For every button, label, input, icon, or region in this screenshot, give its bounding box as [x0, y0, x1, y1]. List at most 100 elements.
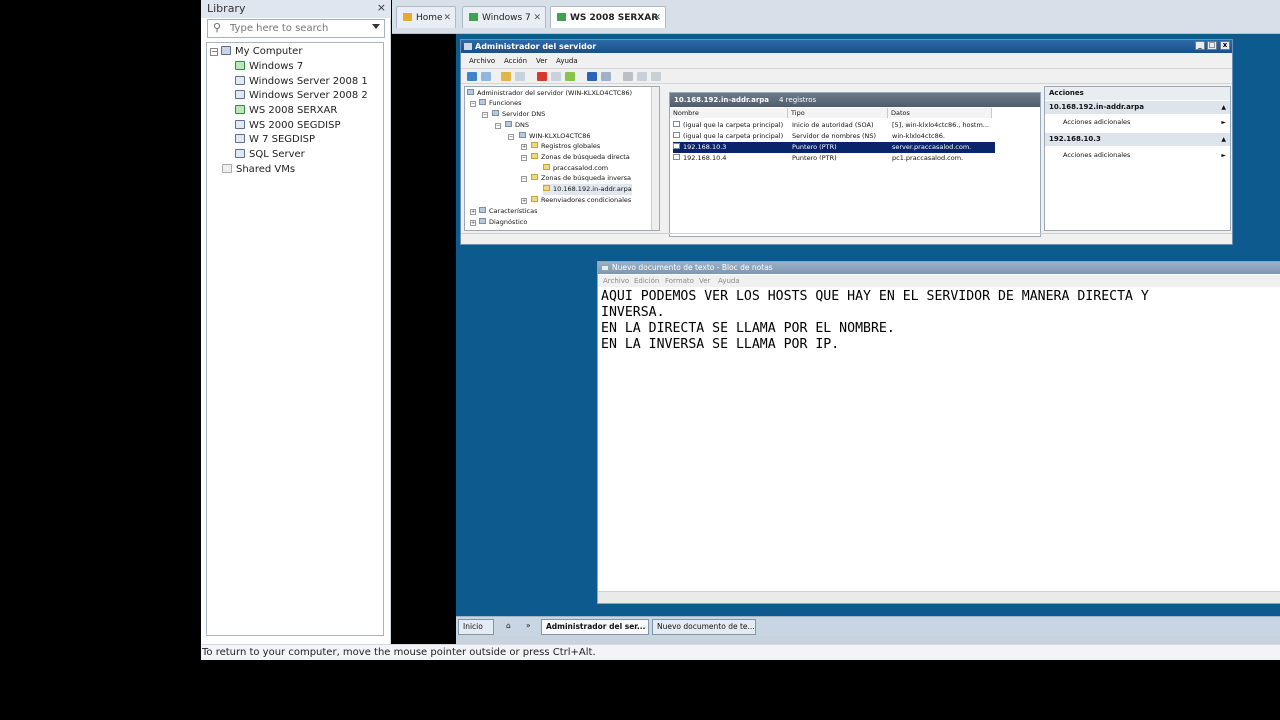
expand-icon[interactable]: +	[521, 198, 527, 204]
refresh-icon[interactable]	[623, 72, 633, 81]
menu-ver[interactable]: Ver	[536, 57, 547, 65]
column-header-datos[interactable]: Datos	[888, 108, 992, 118]
tree-item-w7-segdisp[interactable]: W 7 SEGDISP	[235, 133, 315, 147]
notepad-titlebar[interactable]: Nuevo documento de texto - Bloc de notas	[598, 262, 1280, 274]
column-header-nombre[interactable]: Nombre	[670, 108, 788, 118]
vm-screen[interactable]: Administrador del servidor _ □ x Archivo…	[456, 34, 1280, 644]
tree-item-my-computer[interactable]: − My Computer	[210, 45, 302, 59]
settings-icon[interactable]	[651, 72, 661, 81]
forward-icon[interactable]	[481, 72, 491, 81]
tree-node-label: DNS	[515, 121, 529, 129]
tree-item-windows-server-2008-1[interactable]: Windows Server 2008 1	[235, 75, 368, 89]
expand-icon[interactable]: +	[470, 220, 476, 226]
notepad-icon	[601, 265, 609, 271]
acciones-adicionales-zone[interactable]: Acciones adicionales ►	[1045, 116, 1230, 129]
library-search-box[interactable]: ⚲	[207, 19, 385, 38]
library-close-icon[interactable]: ×	[377, 1, 386, 14]
table-row[interactable]: (igual que la carpeta principal) Servido…	[673, 131, 995, 142]
tree-node-zonas-inversa[interactable]: Zonas de búsqueda inversa	[531, 173, 631, 184]
collapse-icon[interactable]: −	[521, 176, 527, 182]
menu-archivo[interactable]: Archivo	[469, 57, 495, 65]
menu-ayuda[interactable]: Ayuda	[718, 277, 740, 285]
collapse-icon[interactable]: −	[482, 112, 488, 118]
minimize-button[interactable]: _	[1195, 41, 1205, 50]
tree-node-servidor-dns[interactable]: Servidor DNS	[492, 109, 545, 120]
close-tab-icon[interactable]: ✕	[443, 7, 451, 29]
tree-node-caracteristicas[interactable]: Características	[479, 206, 537, 217]
maximize-button[interactable]: □	[1207, 41, 1217, 50]
export-icon[interactable]	[565, 72, 575, 81]
up-folder-icon[interactable]	[501, 72, 511, 81]
list-icon[interactable]	[637, 72, 647, 81]
delete-icon[interactable]	[537, 72, 547, 81]
close-tab-icon[interactable]: ✕	[533, 7, 541, 29]
table-row[interactable]: (igual que la carpeta principal) Inicio …	[673, 120, 995, 131]
menu-ayuda[interactable]: Ayuda	[556, 57, 578, 65]
tree-scrollbar[interactable]	[651, 87, 659, 230]
collapse-icon[interactable]: −	[508, 134, 514, 140]
collapse-up-icon[interactable]: ▲	[1221, 101, 1226, 114]
help-icon[interactable]	[587, 72, 597, 81]
records-pane-header: 10.168.192.in-addr.arpa 4 registros	[670, 93, 1040, 107]
tree-node-label: praccasalod.com	[553, 164, 609, 172]
tab-ws-2008-serxar[interactable]: WS 2008 SERXAR ✕	[550, 6, 666, 28]
tab-bar: Home ✕ Windows 7 ✕ WS 2008 SERXAR ✕	[392, 0, 1280, 34]
tree-item-ws-2000-segdisp[interactable]: WS 2000 SEGDISP	[235, 119, 340, 133]
window-title: Administrador del servidor	[475, 42, 597, 51]
tree-item-sql-server[interactable]: SQL Server	[235, 148, 305, 162]
status-hint-text: To return to your computer, move the mou…	[202, 647, 596, 658]
menu-ver[interactable]: Ver	[699, 277, 710, 285]
collapse-icon[interactable]: −	[521, 155, 527, 161]
server-manager-titlebar[interactable]: Administrador del servidor _ □ x	[461, 40, 1232, 53]
collapse-icon[interactable]: −	[210, 48, 218, 56]
notepad-text-area[interactable]: AQUI PODEMOS VER LOS HOSTS QUE HAY EN EL…	[601, 289, 1280, 589]
collapse-icon[interactable]: −	[495, 123, 501, 129]
tree-item-ws-2008-serxar[interactable]: WS 2008 SERXAR	[235, 104, 337, 118]
acciones-adicionales-record[interactable]: Acciones adicionales ►	[1045, 149, 1230, 162]
view-icon[interactable]	[601, 72, 611, 81]
horizontal-scrollbar[interactable]	[598, 591, 1280, 603]
tree-node-registros-globales[interactable]: Registros globales	[531, 141, 600, 152]
tree-node-diagnostico[interactable]: Diagnóstico	[479, 217, 527, 228]
table-row-selected[interactable]: 192.168.10.3 Puntero (PTR) server.pracca…	[673, 142, 995, 153]
quick-launch-icon[interactable]: ⌂	[502, 619, 516, 635]
taskbar-chevron[interactable]: »	[522, 619, 534, 635]
tree-node-dns[interactable]: DNS	[505, 120, 529, 131]
close-button[interactable]: x	[1220, 41, 1230, 50]
tree-item-windows-7[interactable]: Windows 7	[235, 60, 303, 74]
taskbar-item-notepad[interactable]: Nuevo documento de te...	[652, 619, 756, 635]
back-icon[interactable]	[467, 72, 477, 81]
expand-icon[interactable]: +	[470, 209, 476, 215]
tree-item-windows-server-2008-2[interactable]: Windows Server 2008 2	[235, 89, 368, 103]
library-header: Library ×	[201, 0, 391, 18]
collapse-up-icon[interactable]: ▲	[1221, 133, 1226, 146]
menu-archivo[interactable]: Archivo	[603, 277, 629, 285]
actions-section-zone[interactable]: 10.168.192.in-addr.arpa ▲	[1045, 101, 1230, 114]
tree-node-reenviadores[interactable]: Reenviadores condicionales	[531, 195, 631, 206]
tree-node-zonas-directa[interactable]: Zonas de búsqueda directa	[531, 152, 630, 163]
tree-node-label: Funciones	[489, 99, 522, 107]
library-search-input[interactable]	[230, 21, 370, 36]
properties-icon[interactable]	[551, 72, 561, 81]
start-button[interactable]: Inicio	[458, 619, 494, 635]
show-tree-icon[interactable]	[515, 72, 525, 81]
menu-accion[interactable]: Acción	[504, 57, 527, 65]
tab-windows-7[interactable]: Windows 7 ✕	[462, 6, 546, 28]
collapse-icon[interactable]: −	[470, 101, 476, 107]
tab-home[interactable]: Home ✕	[396, 6, 456, 28]
menu-edicion[interactable]: Edición	[634, 277, 659, 285]
taskbar-item-server-manager[interactable]: Administrador del ser...	[541, 619, 649, 635]
tree-item-shared-vms[interactable]: Shared VMs	[222, 163, 295, 177]
vm-icon	[235, 90, 245, 99]
menu-formato[interactable]: Formato	[665, 277, 694, 285]
close-tab-icon[interactable]: ✕	[653, 7, 661, 29]
tree-node-funciones[interactable]: Funciones	[479, 98, 521, 109]
table-row[interactable]: 192.168.10.4 Puntero (PTR) pc1.praccasal…	[673, 153, 995, 164]
features-icon	[479, 207, 486, 213]
actions-section-record[interactable]: 192.168.10.3 ▲	[1045, 133, 1230, 146]
expand-icon[interactable]: +	[521, 144, 527, 150]
search-dropdown-icon[interactable]	[372, 24, 380, 29]
tree-node-reverse-zone[interactable]: 10.168.192.in-addr.arpa	[543, 184, 632, 195]
column-header-tipo[interactable]: Tipo	[788, 108, 888, 118]
tab-label: Home	[416, 13, 443, 23]
